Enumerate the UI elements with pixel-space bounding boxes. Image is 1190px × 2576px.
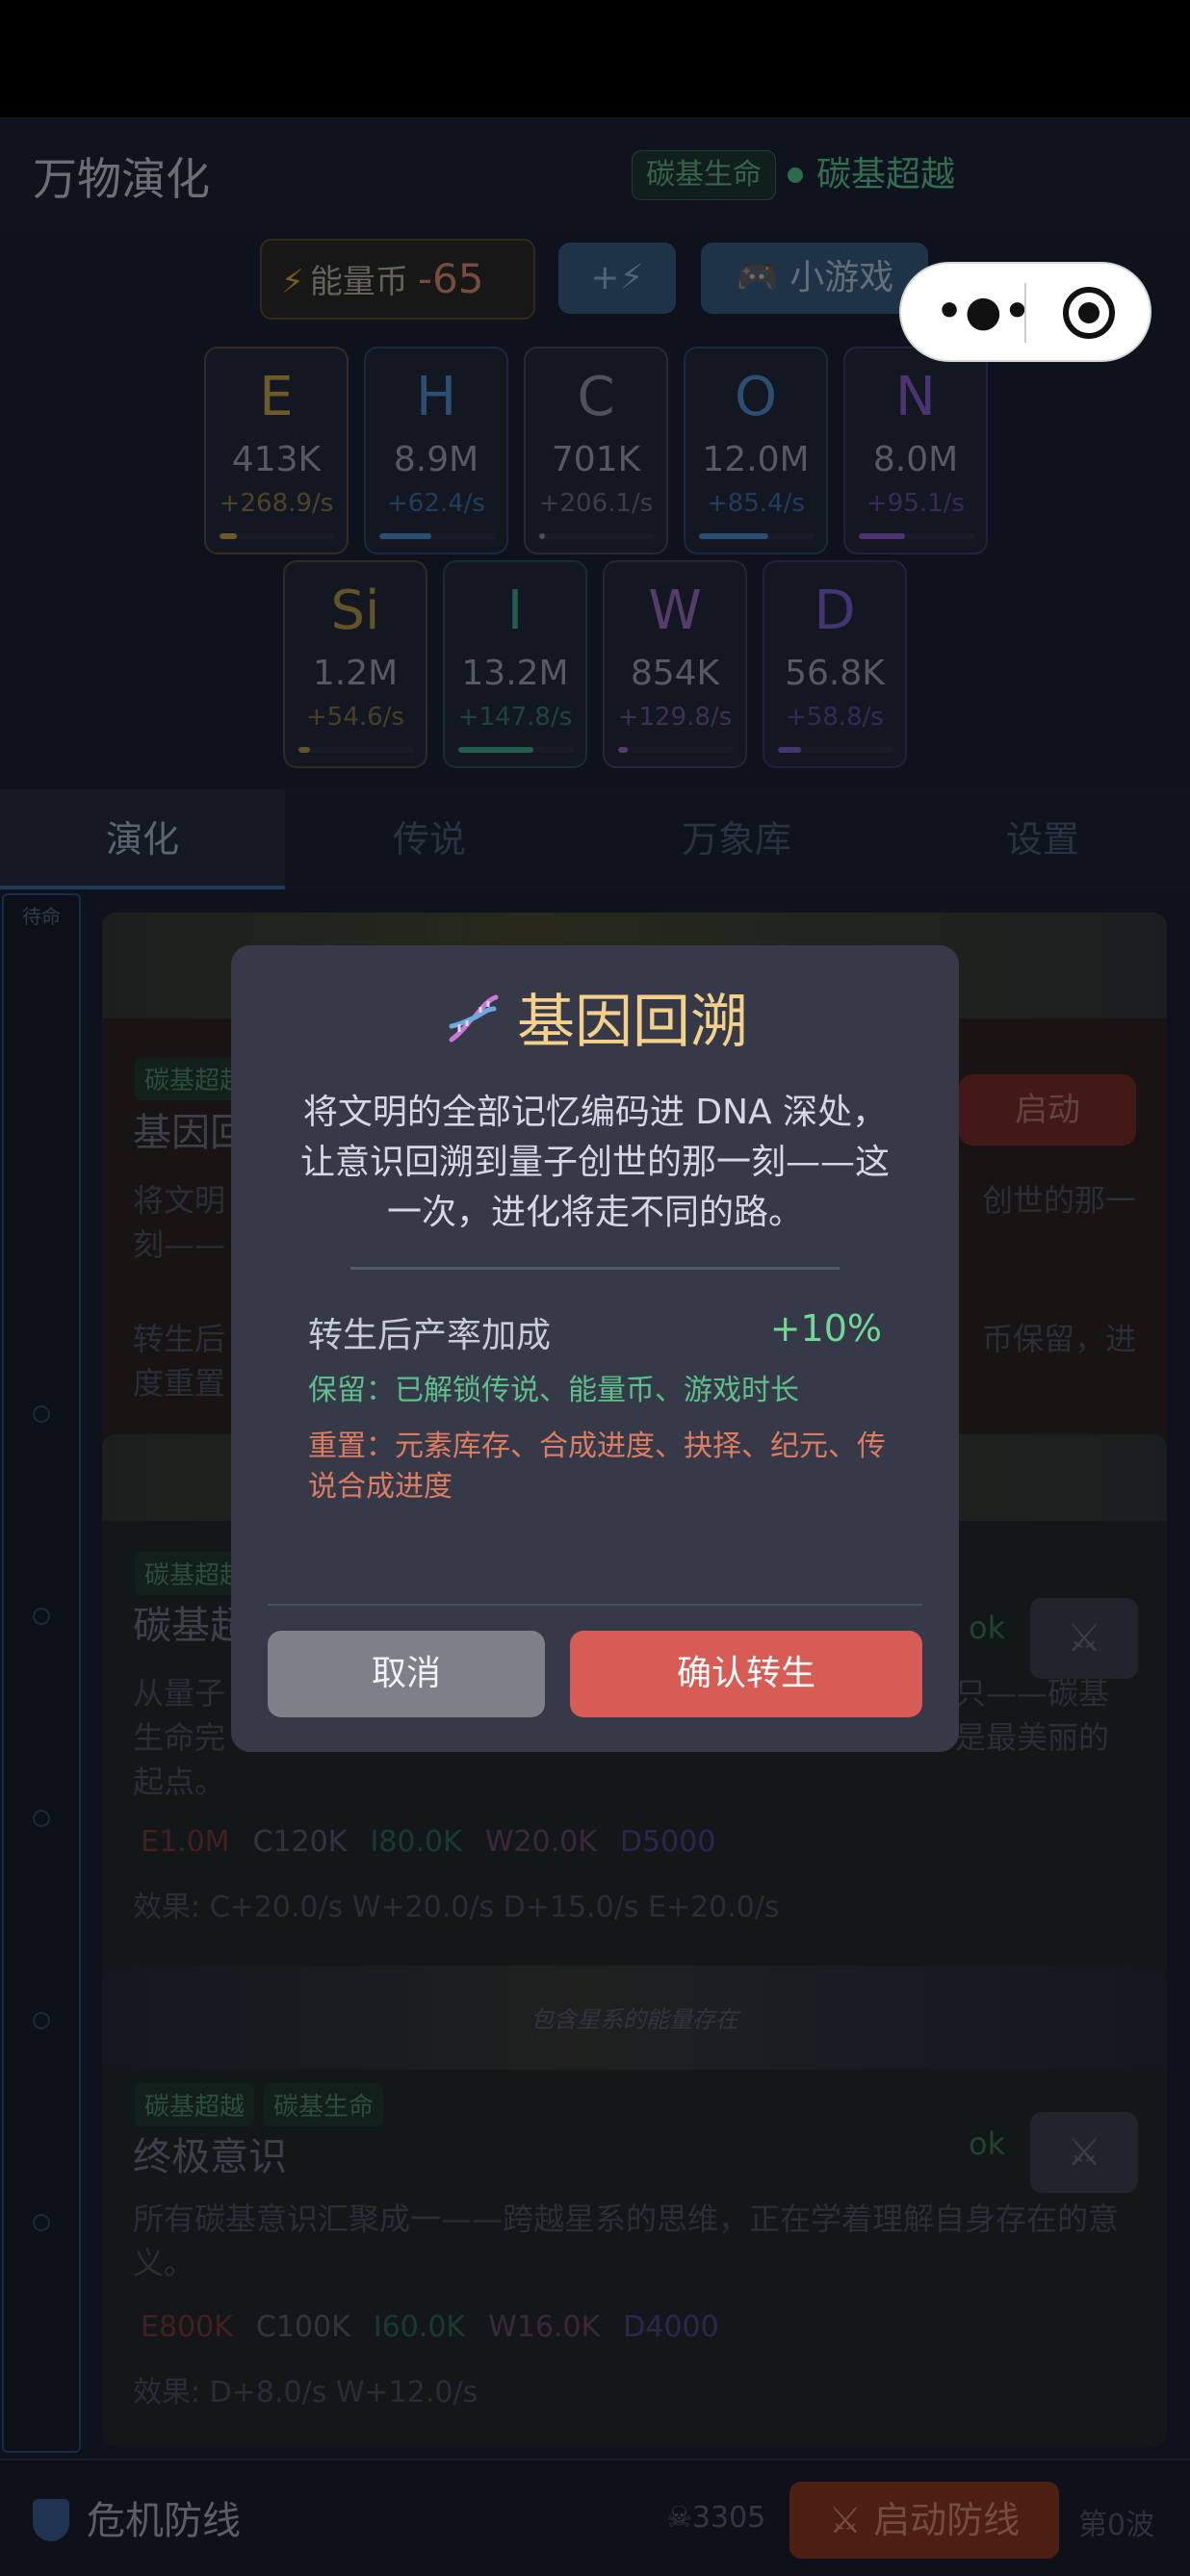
dna-icon [449, 994, 499, 1043]
dialog-title-text: 基因回溯 [517, 989, 748, 1056]
divider [350, 1267, 840, 1270]
divider [268, 1604, 922, 1606]
dialog-description: 将文明的全部记忆编码进 DNA 深处，让意识回溯到量子创世的那一刻——这一次，进… [299, 1093, 890, 1232]
cancel-button[interactable]: 取消 [268, 1631, 545, 1717]
capsule-divider [1024, 283, 1026, 343]
keep-list: 保留：已解锁传说、能量币、游戏时长 [308, 1374, 799, 1407]
bonus-label: 转生后产率加成 [308, 1316, 552, 1355]
more-menu-icon[interactable]: •●• [936, 287, 1033, 337]
miniprogram-capsule: •●• [899, 262, 1151, 362]
dialog-title: 基因回溯 [231, 988, 959, 1057]
rebirth-dialog: 基因回溯 将文明的全部记忆编码进 DNA 深处，让意识回溯到量子创世的那一刻——… [231, 945, 959, 1752]
bonus-value: +10% [769, 1307, 882, 1350]
reset-list: 重置：元素库存、合成进度、抉择、纪元、传说合成进度 [308, 1430, 886, 1504]
close-miniprogram-icon[interactable] [1063, 287, 1115, 339]
confirm-rebirth-button[interactable]: 确认转生 [570, 1631, 922, 1717]
